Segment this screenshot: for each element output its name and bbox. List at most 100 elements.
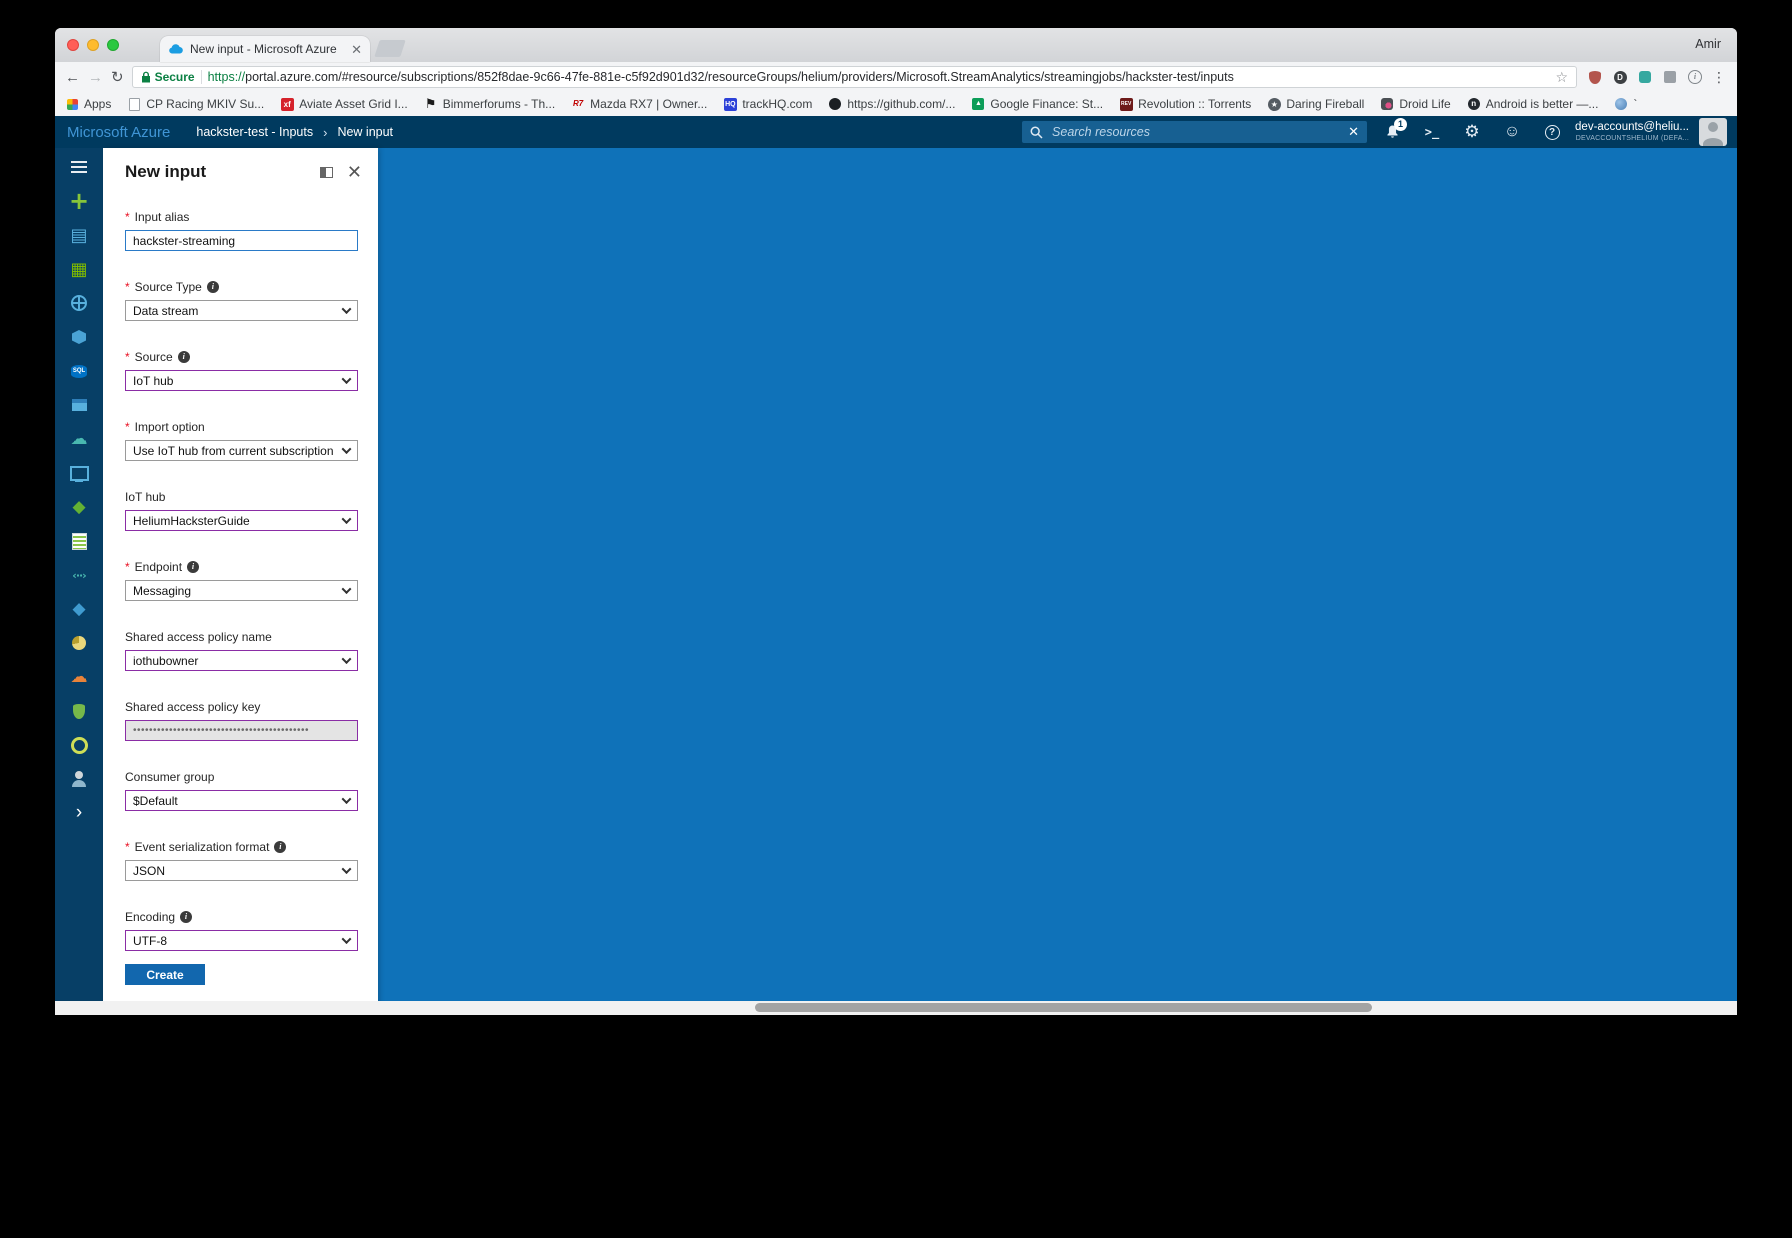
shared-access-policy-key-input[interactable]: ••••••••••••••••••••••••••••••••••••••••…	[125, 720, 358, 741]
info-icon[interactable]: i	[206, 281, 219, 293]
sidebar-item-cost-management[interactable]	[55, 626, 103, 660]
field-label-text: Encoding	[125, 910, 176, 924]
bookmarks-bar: Apps CP Racing MKIV Su... Aviate Asset G…	[55, 92, 1737, 116]
bookmark-revolution[interactable]: Revolution :: Torrents	[1119, 97, 1251, 111]
info-icon[interactable]: i	[274, 841, 287, 853]
account-menu[interactable]: dev-accounts@heliu... DEVACCOUNTSHELIUM …	[1575, 121, 1689, 143]
list-icon	[69, 531, 89, 551]
bookmark-mazda-rx7[interactable]: Mazda RX7 | Owner...	[571, 97, 707, 111]
form-field: * Source i IoT hub	[125, 350, 358, 391]
bookmark-google-finance[interactable]: Google Finance: St...	[971, 97, 1103, 111]
info-icon[interactable]: i	[187, 561, 200, 573]
field-label-text: IoT hub	[125, 490, 166, 504]
address-bar[interactable]: Secure https://portal.azure.com/#resourc…	[131, 66, 1577, 88]
settings-gear-icon[interactable]: ⚙	[1463, 122, 1481, 141]
bookmark-daring-fireball[interactable]: Daring Fireball	[1267, 97, 1364, 111]
favicon-icon	[280, 97, 294, 111]
info-icon[interactable]: i	[177, 351, 190, 363]
reload-icon[interactable]: ↻	[111, 70, 124, 85]
browser-tab[interactable]: New input - Microsoft Azure ✕	[160, 36, 370, 62]
bookmark-label: `	[1633, 97, 1638, 111]
consumer-group-select[interactable]: $Default	[125, 790, 358, 811]
sidebar-item-security-center[interactable]	[55, 694, 103, 728]
extension-icon-2[interactable]	[1612, 69, 1628, 85]
minimize-button[interactable]	[87, 39, 99, 51]
extension-icon-5[interactable]	[1687, 69, 1703, 85]
bookmark-bimmerforums[interactable]: Bimmerforums - Th...	[424, 97, 555, 111]
import-option-select[interactable]: Use IoT hub from current subscription	[125, 440, 358, 461]
breadcrumb-parent[interactable]: hackster-test - Inputs	[196, 125, 313, 139]
sidebar-item-sql-databases[interactable]	[55, 354, 103, 388]
zoom-button[interactable]	[107, 39, 119, 51]
sidebar-item-templates[interactable]	[55, 524, 103, 558]
source-select[interactable]: IoT hub	[125, 370, 358, 391]
forward-icon[interactable]: →	[88, 70, 103, 85]
sidebar-item-advisor[interactable]	[55, 728, 103, 762]
help-icon[interactable]: ?	[1543, 123, 1561, 141]
extension-icon-4[interactable]	[1662, 69, 1678, 85]
sidebar-item-expand[interactable]	[55, 796, 103, 830]
bookmark-aviate[interactable]: Aviate Asset Grid I...	[280, 97, 408, 111]
extension-icon-3[interactable]	[1637, 69, 1653, 85]
back-icon[interactable]: ←	[65, 70, 80, 85]
sidebar-item-monitor[interactable]	[55, 456, 103, 490]
secure-badge[interactable]: Secure	[141, 70, 195, 84]
resource-search-box[interactable]: ✕	[1022, 121, 1368, 143]
horizontal-scrollbar	[55, 1001, 1737, 1015]
favicon-icon	[828, 97, 842, 111]
endpoint-select[interactable]: Messaging	[125, 580, 358, 601]
extension-icon-1[interactable]	[1587, 69, 1603, 85]
sidebar-item-help-support[interactable]	[55, 660, 103, 694]
sidebar-item-stream-analytics[interactable]	[55, 592, 103, 626]
bookmark-apps[interactable]: Apps	[65, 97, 111, 111]
bookmark-misc[interactable]: `	[1614, 97, 1637, 111]
sidebar-item-subscriptions[interactable]	[55, 490, 103, 524]
source-type-select[interactable]: Data stream	[125, 300, 358, 321]
bookmark-trackhq[interactable]: trackHQ.com	[723, 97, 812, 111]
encoding-select[interactable]: UTF-8	[125, 930, 358, 951]
chrome-profile-name[interactable]: Amir	[1695, 37, 1721, 51]
iot-hub-select[interactable]: HeliumHacksterGuide	[125, 510, 358, 531]
clear-search-icon[interactable]: ✕	[1348, 124, 1359, 140]
sidebar-item-new[interactable]	[55, 184, 103, 218]
create-button[interactable]: Create	[125, 964, 205, 985]
form-field: * Input alias i hackster-streaming	[125, 210, 358, 251]
bookmark-droid-life[interactable]: Droid Life	[1380, 97, 1450, 111]
pie-icon	[69, 633, 89, 653]
bookmark-android-is-better[interactable]: Android is better —...	[1467, 97, 1599, 111]
info-icon[interactable]: i	[180, 911, 193, 923]
close-blade-icon[interactable]: ✕	[347, 163, 362, 181]
favicon-icon	[1119, 97, 1133, 111]
bookmark-cp-racing[interactable]: CP Racing MKIV Su...	[127, 97, 264, 111]
field-label: * Endpoint i	[125, 560, 358, 574]
cloud-shell-icon[interactable]: >_	[1423, 123, 1441, 141]
form-field: * Shared access policy name i iothubowne…	[125, 630, 358, 671]
tab-close-icon[interactable]: ✕	[351, 43, 362, 56]
search-input[interactable]	[1050, 124, 1342, 140]
bookmark-star-icon[interactable]: ☆	[1555, 69, 1568, 86]
maximize-blade-icon[interactable]	[319, 166, 333, 178]
shared-access-policy-name-select[interactable]: iothubowner	[125, 650, 358, 671]
bookmark-label: Android is better —...	[1485, 97, 1599, 111]
new-tab-button[interactable]	[374, 40, 406, 57]
sidebar-item-active-directory[interactable]	[55, 762, 103, 796]
sidebar-item-virtual-machines[interactable]	[55, 388, 103, 422]
avatar[interactable]	[1699, 118, 1727, 146]
event-serialization-format-select[interactable]: JSON	[125, 860, 358, 881]
sidebar-item-dashboard[interactable]	[55, 218, 103, 252]
azure-brand[interactable]: Microsoft Azure	[67, 124, 170, 141]
sidebar-item-app-services[interactable]	[55, 320, 103, 354]
browser-menu-icon[interactable]: ⋮	[1712, 69, 1727, 86]
feedback-smiley-icon[interactable]: ☺	[1503, 123, 1521, 141]
input-alias-input[interactable]: hackster-streaming	[125, 230, 358, 251]
sidebar-item-functions[interactable]	[55, 558, 103, 592]
sidebar-item-all-resources[interactable]	[55, 252, 103, 286]
cube-icon	[69, 327, 89, 347]
sidebar-item-cloud-services[interactable]	[55, 422, 103, 456]
close-button[interactable]	[67, 39, 79, 51]
sidebar-item-resource-groups[interactable]	[55, 286, 103, 320]
sidebar-item-menu[interactable]	[55, 150, 103, 184]
bookmark-github[interactable]: https://github.com/...	[828, 97, 955, 111]
notifications-bell-icon[interactable]: 1	[1383, 118, 1408, 141]
scrollbar-thumb[interactable]	[755, 1003, 1372, 1012]
